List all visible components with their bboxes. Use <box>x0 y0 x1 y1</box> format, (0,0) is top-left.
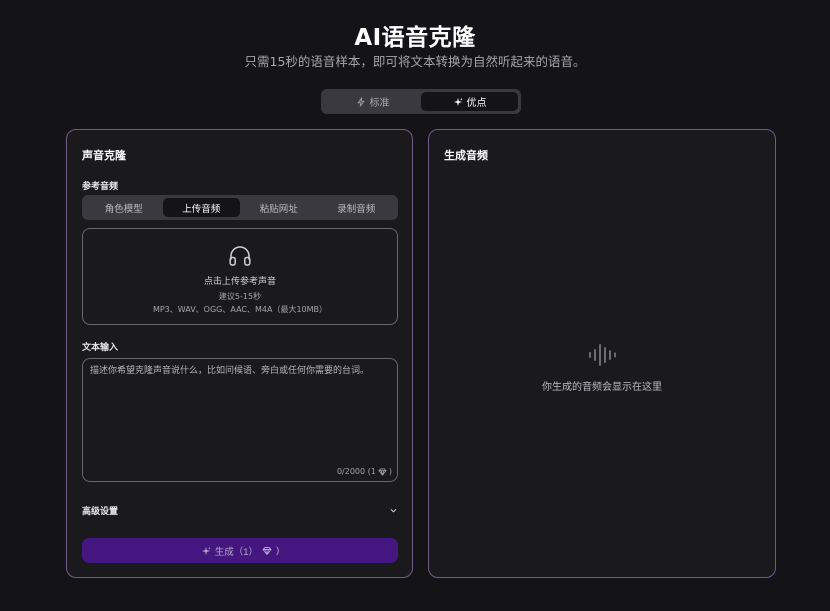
text-input-box: 0/2000 (1 ) <box>82 358 398 482</box>
advanced-settings-label: 高级设置 <box>82 506 119 517</box>
generated-audio-title: 生成音频 <box>444 149 488 162</box>
empty-state: 你生成的音频会显示在这里 <box>429 342 775 393</box>
generate-button-suffix: ) <box>276 545 280 556</box>
advanced-settings-toggle[interactable]: 高级设置 <box>82 503 398 517</box>
upload-dropzone[interactable]: 点击上传参考声音 建议5-15秒 MP3、WAV、OGG、AAC、M4A（最大1… <box>82 228 398 325</box>
tab-record-audio[interactable]: 录制音频 <box>318 198 396 217</box>
empty-state-text: 你生成的音频会显示在这里 <box>542 382 662 393</box>
mode-premium-label: 优点 <box>466 98 487 109</box>
mode-standard-label: 标准 <box>369 98 390 109</box>
headphones-icon <box>229 246 251 266</box>
tab-upload-audio[interactable]: 上传音频 <box>162 198 240 217</box>
lightning-icon <box>357 96 364 107</box>
chevron-down-icon <box>390 508 397 512</box>
text-input[interactable] <box>90 363 388 459</box>
reference-source-tabs: 角色模型 上传音频 粘贴网址 录制音频 <box>82 195 398 220</box>
generated-audio-panel: 生成音频 你生成的音频会显示在这里 <box>428 129 776 578</box>
generate-button[interactable]: 生成（1） ) <box>82 538 398 563</box>
text-input-label: 文本输入 <box>82 343 119 353</box>
page-subtitle: 只需15秒的语音样本，即可将文本转换为自然听起来的语音。 <box>244 54 586 69</box>
tab-paste-url[interactable]: 粘贴网址 <box>240 198 318 217</box>
voice-clone-title: 声音克隆 <box>82 149 126 162</box>
upload-main-text: 点击上传参考声音 <box>203 277 276 287</box>
char-counter: 0/2000 (1 ) <box>337 467 392 476</box>
upload-duration-hint: 建议5-15秒 <box>218 292 262 301</box>
voice-clone-panel: 声音克隆 参考音频 角色模型 上传音频 粘贴网址 录制音频 点击上传参考声音 建… <box>66 129 413 578</box>
waveform-icon <box>589 344 616 366</box>
char-count-text: 0/2000 (1 <box>336 467 376 476</box>
gem-icon <box>378 467 387 476</box>
mode-premium-option[interactable]: 优点 <box>421 92 518 111</box>
tab-character-model[interactable]: 角色模型 <box>85 198 163 217</box>
reference-audio-label: 参考音频 <box>82 182 119 192</box>
upload-formats: MP3、WAV、OGG、AAC、M4A（最大10MB） <box>152 305 328 314</box>
generate-button-label: 生成（1） <box>214 546 259 558</box>
mode-toggle: 标准 优点 <box>321 89 521 114</box>
sparkle-icon <box>201 546 211 555</box>
page-title: AI语音克隆 <box>354 25 476 51</box>
sparkle-icon <box>453 97 463 106</box>
gem-icon <box>262 546 272 555</box>
mode-standard-option[interactable]: 标准 <box>324 92 421 111</box>
char-count-suffix: ) <box>388 467 392 476</box>
